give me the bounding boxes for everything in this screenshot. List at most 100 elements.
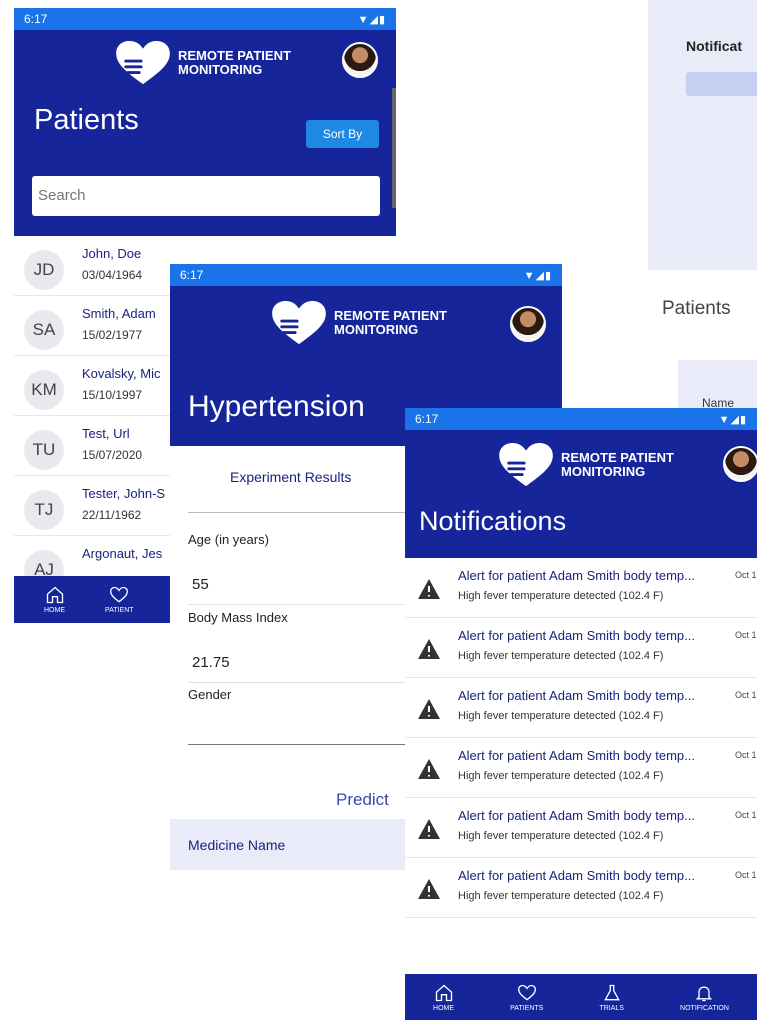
brand-line2: MONITORING <box>561 464 646 479</box>
home-icon <box>46 586 63 604</box>
warning-icon <box>418 639 440 659</box>
warning-icon <box>418 879 440 899</box>
status-bar: 6:17 ▼◢▮ <box>405 408 757 430</box>
bmi-field[interactable]: 21.75 <box>192 654 230 671</box>
warning-icon <box>418 759 440 779</box>
avatar[interactable] <box>342 42 378 78</box>
heart-icon <box>110 586 129 603</box>
notification-item[interactable]: Alert for patient Adam Smith body temp..… <box>405 798 757 858</box>
status-bar: 6:17 ▼◢▮ <box>170 264 562 286</box>
avatar[interactable] <box>510 306 546 342</box>
patient-initials: SA <box>24 310 64 350</box>
medicine-label: Medicine Name <box>188 837 286 853</box>
background-notifications-label: Notificat <box>686 38 742 54</box>
notification-title: Alert for patient Adam Smith body temp..… <box>458 868 696 883</box>
notification-detail: High fever temperature detected (102.4 F… <box>458 770 664 782</box>
patient-name: Smith, Adam <box>82 306 156 321</box>
patient-dob: 15/02/1977 <box>82 328 143 342</box>
page-title: Notifications <box>419 506 567 536</box>
notification-title: Alert for patient Adam Smith body temp..… <box>458 748 696 763</box>
patient-name: Kovalsky, Mic <box>82 366 161 381</box>
signal-battery-icon: ▼◢▮ <box>357 13 386 26</box>
notifications-header: REMOTE PATIENT MONITORING Notifications <box>405 430 757 558</box>
notification-detail: High fever temperature detected (102.4 F… <box>458 890 664 902</box>
notification-detail: High fever temperature detected (102.4 F… <box>458 650 664 662</box>
status-bar: 6:17 ▼◢▮ <box>14 8 396 30</box>
nav-patients[interactable]: PATIENT <box>105 585 134 614</box>
nav-patients-label: PATIENTS <box>510 1004 544 1012</box>
brand: REMOTE PATIENT MONITORING <box>114 40 291 86</box>
patient-initials: JD <box>24 250 64 290</box>
flask-icon <box>603 984 620 1000</box>
notification-date: Oct 1 <box>735 810 757 820</box>
brand-line2: MONITORING <box>334 322 419 337</box>
notification-item[interactable]: Alert for patient Adam Smith body temp..… <box>405 618 757 678</box>
status-time: 6:17 <box>24 12 48 26</box>
nav-home-label: HOME <box>44 607 65 614</box>
age-label: Age (in years) <box>188 532 269 547</box>
gender-label: Gender <box>188 687 232 702</box>
notification-item[interactable]: Alert for patient Adam Smith body temp..… <box>405 858 757 918</box>
status-time: 6:17 <box>180 268 204 282</box>
patient-dob: 15/07/2020 <box>82 448 143 462</box>
nav-home[interactable]: HOME <box>433 983 454 1012</box>
page-title: Patients <box>34 104 139 136</box>
background-screen: Notificat Patients Name <box>648 0 757 410</box>
notification-detail: High fever temperature detected (102.4 F… <box>458 830 664 842</box>
nav-trials-label: TRIALS <box>599 1004 624 1012</box>
page-title: Hypertension <box>188 390 365 423</box>
background-bar <box>686 72 757 96</box>
nav-home[interactable]: HOME <box>44 585 65 614</box>
notification-item[interactable]: Alert for patient Adam Smith body temp..… <box>405 738 757 798</box>
brand-line1: REMOTE PATIENT <box>334 308 447 323</box>
notification-title: Alert for patient Adam Smith body temp..… <box>458 808 696 823</box>
avatar[interactable] <box>723 446 757 482</box>
age-field[interactable]: 55 <box>192 576 209 593</box>
notification-date: Oct 1 <box>735 750 757 760</box>
brand: REMOTE PATIENT MONITORING <box>497 442 674 488</box>
patient-name: Argonaut, Jes <box>82 546 163 561</box>
patient-initials: KM <box>24 370 64 410</box>
notification-item[interactable]: Alert for patient Adam Smith body temp..… <box>405 678 757 738</box>
heart-hand-icon <box>499 442 553 487</box>
nav-trials[interactable]: TRIALS <box>599 983 624 1012</box>
notifications-screen: 6:17 ▼◢▮ REMOTE PATIENT MONITORING Notifi… <box>405 408 757 1020</box>
scrollbar[interactable] <box>392 88 396 208</box>
notification-item[interactable]: Alert for patient Adam Smith body temp..… <box>405 558 757 618</box>
patient-dob: 22/11/1962 <box>82 508 142 522</box>
predict-button[interactable]: Predict <box>336 790 389 810</box>
sort-by-button[interactable]: Sort By <box>306 120 379 148</box>
bottom-nav: HOME PATIENTS TRIALS NOTIFICATION <box>405 974 757 1020</box>
signal-battery-icon: ▼◢▮ <box>523 269 552 282</box>
nav-patients[interactable]: PATIENTS <box>510 983 543 1012</box>
heart-hand-icon <box>272 300 326 345</box>
home-icon <box>435 984 452 1001</box>
nav-notifications-label: NOTIFICATION <box>680 1004 729 1012</box>
notification-date: Oct 1 <box>735 570 757 580</box>
warning-icon <box>418 579 440 599</box>
background-name-header: Name <box>678 360 757 410</box>
heart-hand-icon <box>116 40 170 85</box>
notification-title: Alert for patient Adam Smith body temp..… <box>458 628 696 643</box>
nav-patients-label: PATIENT <box>105 607 134 614</box>
background-patients-label: Patients <box>662 298 731 319</box>
patient-name: Test, Url <box>82 426 130 441</box>
warning-icon <box>418 699 440 719</box>
notification-date: Oct 1 <box>735 630 757 640</box>
warning-icon <box>418 819 440 839</box>
patient-name: Tester, John-S <box>82 486 166 501</box>
signal-battery-icon: ▼◢▮ <box>718 413 747 426</box>
notification-detail: High fever temperature detected (102.4 F… <box>458 590 664 602</box>
bmi-label: Body Mass Index <box>188 610 288 625</box>
notification-detail: High fever temperature detected (102.4 F… <box>458 710 664 722</box>
search-input[interactable] <box>32 176 380 216</box>
tab-experiment-results[interactable]: Experiment Results <box>230 469 351 485</box>
brand-line2: MONITORING <box>178 62 263 77</box>
brand-line1: REMOTE PATIENT <box>561 450 674 465</box>
patient-initials: TU <box>24 430 64 470</box>
nav-notifications[interactable]: NOTIFICATION <box>680 983 729 1012</box>
heart-icon <box>517 984 536 1001</box>
patient-name: John, Doe <box>82 246 142 261</box>
patient-initials: TJ <box>24 490 64 530</box>
patients-header: REMOTE PATIENT MONITORING Patients Sort B… <box>14 30 396 236</box>
